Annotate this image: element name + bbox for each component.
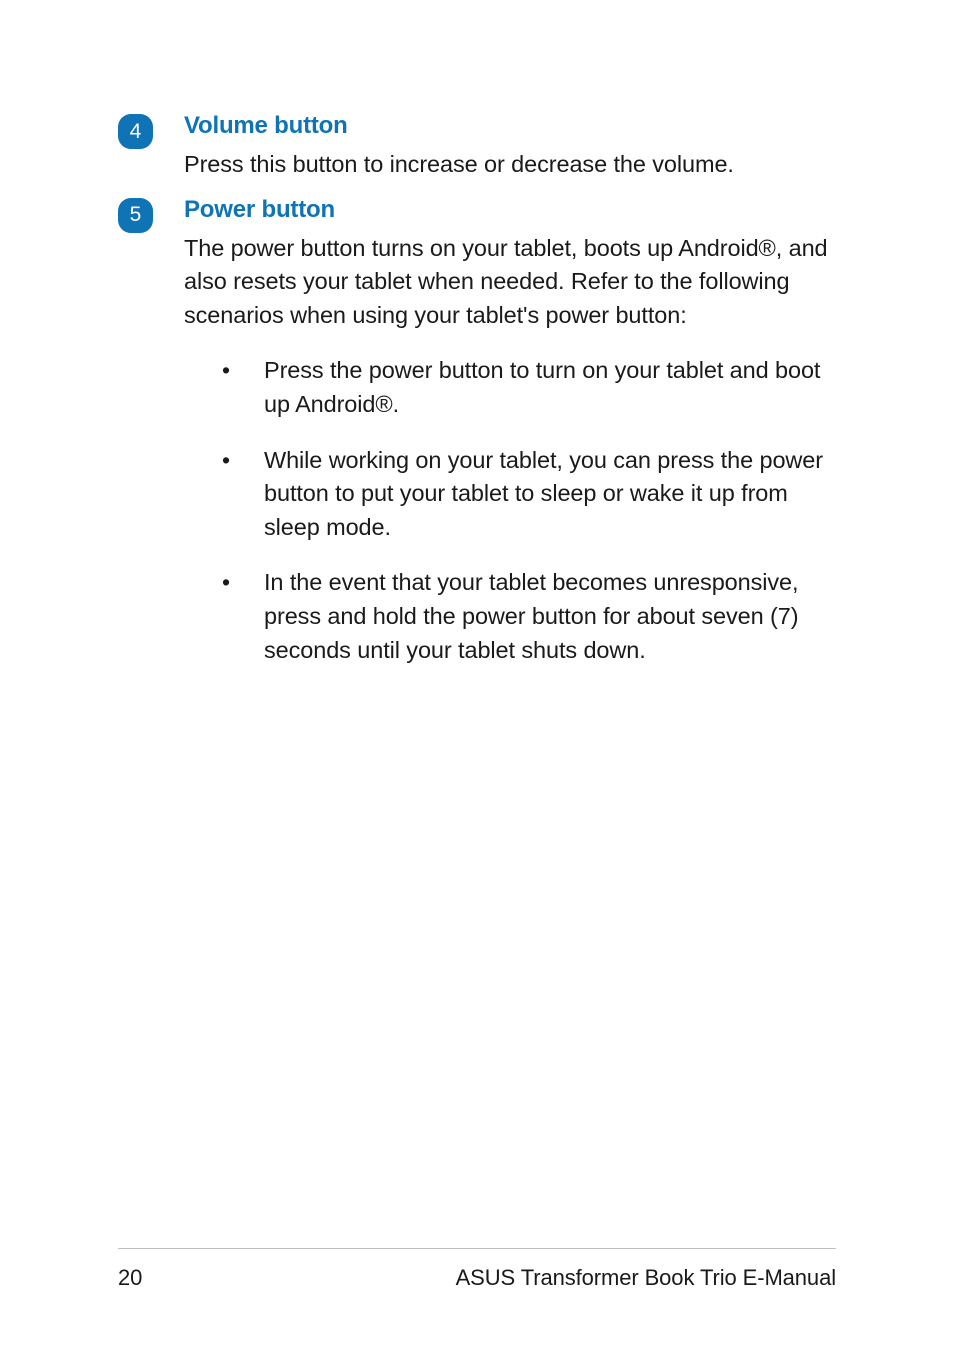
- section-5-body: The power button turns on your tablet, b…: [184, 232, 836, 333]
- bullet-text: In the event that your tablet becomes un…: [264, 566, 836, 667]
- bullet-icon: •: [220, 444, 264, 545]
- doc-title: ASUS Transformer Book Trio E-Manual: [456, 1265, 836, 1291]
- page-number: 20: [118, 1265, 142, 1291]
- list-item: • While working on your tablet, you can …: [220, 444, 836, 545]
- bullet-icon: •: [220, 354, 264, 421]
- section-5-heading: Power button: [184, 196, 836, 224]
- section-4-body: Press this button to increase or decreas…: [184, 148, 836, 182]
- section-4: 4 Volume button Press this button to inc…: [118, 112, 836, 182]
- page-footer: 20 ASUS Transformer Book Trio E-Manual: [118, 1265, 836, 1291]
- bullet-icon: •: [220, 566, 264, 667]
- list-item: • Press the power button to turn on your…: [220, 354, 836, 421]
- section-5: 5 Power button The power button turns on…: [118, 196, 836, 690]
- section-4-content: Volume button Press this button to incre…: [184, 112, 836, 182]
- section-5-content: Power button The power button turns on y…: [184, 196, 836, 690]
- document-page: 4 Volume button Press this button to inc…: [0, 0, 954, 1345]
- marker-col: 4: [118, 112, 184, 149]
- callout-marker-5: 5: [118, 198, 153, 233]
- list-item: • In the event that your tablet becomes …: [220, 566, 836, 667]
- marker-col: 5: [118, 196, 184, 233]
- bullet-text: While working on your tablet, you can pr…: [264, 444, 836, 545]
- bullet-text: Press the power button to turn on your t…: [264, 354, 836, 421]
- section-5-bullet-list: • Press the power button to turn on your…: [184, 354, 836, 667]
- footer-rule: [118, 1248, 836, 1249]
- section-4-heading: Volume button: [184, 112, 836, 140]
- callout-marker-4: 4: [118, 114, 153, 149]
